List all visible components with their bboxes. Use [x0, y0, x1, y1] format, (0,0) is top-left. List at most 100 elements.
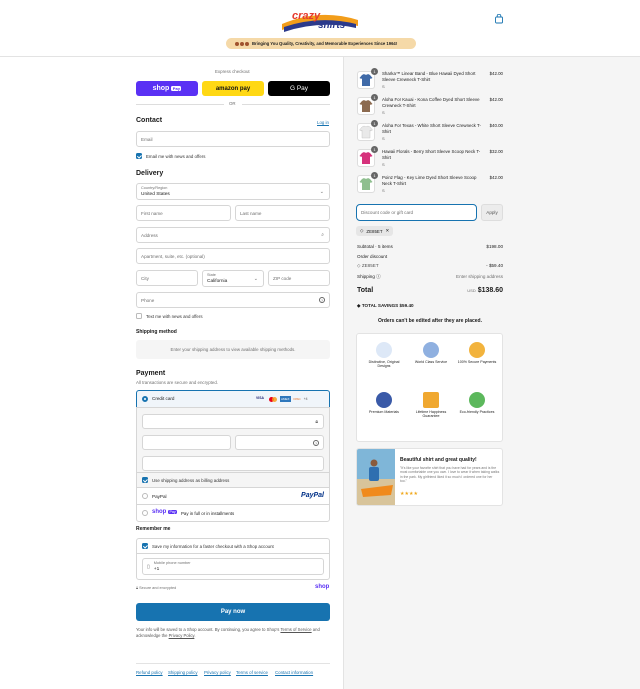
product-size: S [382, 162, 385, 167]
refund-policy-link[interactable]: Refund policy [136, 670, 163, 675]
product-name: Aloha For Kauai - Kona Coffee Dyed Short… [382, 97, 480, 108]
product-price: $42.00 [489, 175, 503, 180]
review-stars: ★★★★ [400, 491, 418, 497]
amazon-pay-button[interactable]: amazon pay [202, 81, 264, 96]
review-card: Beautiful shirt and great quality! "It's… [356, 448, 503, 506]
zip-placeholder: ZIP code [273, 275, 292, 281]
close-icon[interactable]: ✕ [386, 228, 390, 234]
logo[interactable]: crazy shirts [278, 6, 362, 34]
billing-row: Use shipping address as billing address [136, 472, 330, 488]
shop-pay-desc: Pay in full or in installments [181, 511, 235, 516]
review-text: "It's like your favorite shirt that you … [400, 466, 500, 484]
radio-unselected[interactable] [142, 493, 148, 499]
shop-pay-option[interactable]: shop Pay Pay in full or in installments [136, 504, 330, 522]
cart-item: 1 Poinz Flag - Key Lime Dyed Short Sleev… [357, 172, 503, 199]
product-price: $32.00 [489, 149, 503, 154]
feature-eco: Eco-friendly Practices [457, 392, 497, 414]
pay-now-button[interactable]: Pay now [136, 603, 330, 621]
state-select[interactable]: State California ⌄ [202, 270, 264, 287]
secure-payment-icon [469, 342, 485, 358]
secure-text: Secure and encrypted [139, 586, 177, 590]
text-me-checkbox[interactable] [136, 313, 142, 319]
discount-code-label: ZE85ET [361, 263, 379, 268]
save-info-label: Save my information for a faster checkou… [152, 544, 274, 549]
paypal-option[interactable]: PayPal PayPal [136, 487, 330, 505]
news-checkbox[interactable] [136, 153, 142, 159]
first-name-field[interactable]: First name [136, 205, 231, 221]
billing-label: Use shipping address as billing address [152, 478, 230, 483]
radio-selected[interactable] [142, 396, 148, 402]
feature-label: Distinctive, Original Designs [368, 360, 400, 369]
product-price: $42.00 [489, 97, 503, 102]
shipping-placeholder: Enter your shipping address to view avai… [136, 340, 330, 359]
chevron-down-icon: ⌄ [253, 275, 258, 282]
shop-pay-button[interactable]: shop Pay [136, 81, 198, 96]
terms-link[interactable]: Terms of Service [280, 627, 311, 632]
country-select[interactable]: Country/Region United States ⌄ [136, 183, 330, 200]
name-on-card-field[interactable] [142, 456, 324, 471]
shop-pay-logo: shop [152, 509, 167, 515]
product-size: S [382, 136, 385, 141]
apply-button[interactable]: Apply [481, 204, 503, 221]
creative-icon [376, 342, 392, 358]
globe-icon [423, 342, 439, 358]
total-value: $138.60 [477, 287, 503, 294]
or-divider: OR [229, 101, 236, 106]
phone-icon: ▯ [147, 563, 150, 570]
card-number-field[interactable]: 🔒︎ [142, 414, 324, 429]
zip-field[interactable]: ZIP code [268, 270, 330, 286]
last-name-placeholder: Last name [240, 210, 262, 216]
shop-logo: shop [315, 584, 330, 590]
product-name: Hawaii Florals - Berry Short Sleeve Scoo… [382, 149, 481, 160]
cart-item: 1 Sharka™ Linear Band - Blue Hawaii Dyed… [357, 68, 503, 95]
currency-code: USD [467, 288, 476, 293]
quantity-badge: 1 [371, 68, 378, 75]
phone-field[interactable]: Phone? [136, 292, 330, 308]
shop-pay-badge: Pay [168, 510, 178, 514]
radio-unselected[interactable] [142, 510, 148, 516]
total-label: Total [357, 287, 374, 294]
legal-text-1: Your info will be saved to a Shop accoun… [136, 627, 281, 632]
contact-information-link[interactable]: Contact information [275, 670, 313, 675]
first-name-placeholder: First name [141, 210, 163, 216]
last-name-field[interactable]: Last name [235, 205, 330, 221]
login-link[interactable]: Log in [317, 120, 329, 125]
feature-label: Eco-friendly Practices [459, 410, 495, 414]
security-code-field[interactable]: ? [235, 435, 324, 450]
shipping-label: Shipping [357, 274, 375, 279]
apartment-field[interactable]: Apartment, suite, etc. (optional) [136, 248, 330, 264]
email-field[interactable]: Email [136, 131, 330, 147]
guarantee-shield-icon [423, 392, 439, 408]
cart-bag-icon[interactable] [494, 14, 504, 24]
google-pay-button[interactable]: G Pay [268, 81, 330, 96]
subtotal-value: $198.00 [486, 244, 503, 249]
mobile-phone-field[interactable]: ▯ Mobile phone number +1 [142, 558, 324, 575]
text-me-label: Text me with news and offers [146, 314, 203, 319]
promo-banner: Bringing You Quality, Creativity, and Me… [226, 38, 416, 49]
shipping-value: Enter shipping address [456, 274, 503, 279]
credit-card-option[interactable]: Credit card VISA AMEX DISC +4 [136, 390, 330, 408]
help-icon[interactable]: ⓘ [376, 274, 381, 279]
help-icon[interactable]: ? [313, 439, 319, 446]
address-field[interactable]: Address ⌕ [136, 227, 330, 243]
product-size: S [382, 188, 385, 193]
secure-note: 🔒︎ Secure and encrypted [136, 586, 176, 590]
shipping-policy-link[interactable]: Shipping policy [168, 670, 198, 675]
city-field[interactable]: City [136, 270, 198, 286]
lock-icon: 🔒︎ [315, 418, 318, 425]
product-price: $40.00 [489, 123, 503, 128]
privacy-link[interactable]: Privacy Policy [169, 633, 195, 638]
discount-input[interactable]: Discount code or gift card [356, 204, 477, 221]
help-icon[interactable]: ? [319, 297, 325, 303]
tag-icon: ◇ [360, 228, 364, 233]
mastercard-icon [268, 396, 278, 402]
total-row: Total USD $138.60 [357, 287, 503, 294]
subtotal-row: Subtotal · 5 items $198.00 [357, 244, 503, 249]
privacy-policy-link[interactable]: Privacy policy [204, 670, 231, 675]
save-info-checkbox[interactable] [142, 543, 148, 549]
expiration-field[interactable] [142, 435, 231, 450]
billing-checkbox[interactable] [142, 477, 148, 483]
feature-label: Lifetime Happiness Guarantee [415, 410, 447, 419]
terms-of-service-link[interactable]: Terms of service [236, 670, 268, 675]
cart-item: 1 Aloha For Kauai - Kona Coffee Dyed Sho… [357, 94, 503, 121]
